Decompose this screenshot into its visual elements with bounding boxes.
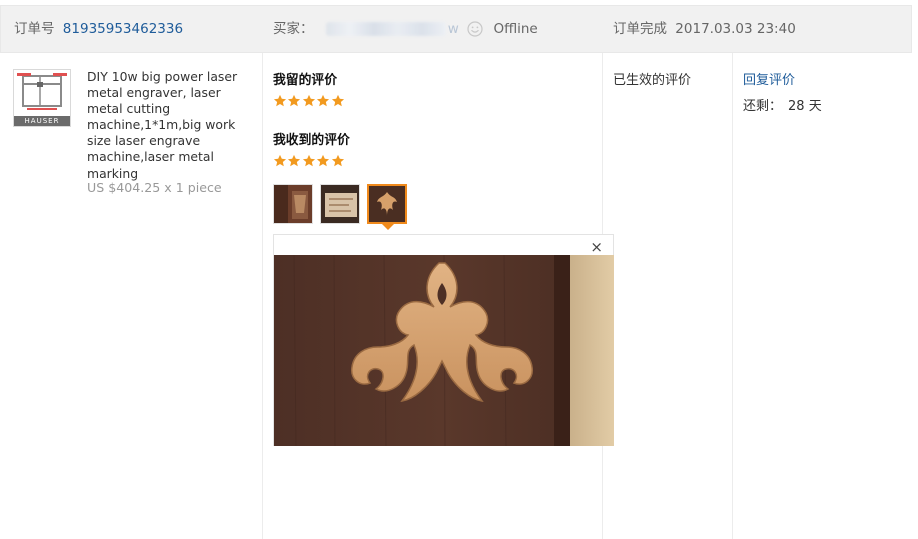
buyer-status: Offline: [493, 21, 538, 37]
buyer-name-tail[interactable]: w: [448, 21, 459, 37]
review-photo-preview: ×: [273, 234, 614, 446]
product-thumbnail[interactable]: HAUSER: [13, 69, 71, 127]
order-review-page: 订单号 81935953462336 买家： w Offline 订单完成 20…: [0, 0, 918, 539]
left-review-heading: 我留的评价: [273, 73, 337, 88]
star-icon: [302, 94, 315, 107]
effective-review-label: 已生效的评价: [613, 73, 692, 88]
product-price: US $404.25 x 1 piece: [87, 180, 222, 195]
buyer-name-redacted: [325, 22, 446, 36]
order-header: 订单号 81935953462336 买家： w Offline 订单完成 20…: [0, 5, 912, 53]
left-review-rating: [273, 93, 345, 107]
remaining-value: 28 天: [788, 99, 822, 114]
star-icon: [273, 94, 287, 107]
reply-review-link[interactable]: 回复评价: [743, 69, 795, 88]
review-photo-thumb[interactable]: [320, 184, 360, 224]
column-divider: [262, 53, 263, 539]
order-number-link[interactable]: 81935953462336: [63, 21, 183, 37]
star-icon: [331, 154, 344, 167]
star-icon: [317, 154, 330, 167]
review-photo-thumb-selected[interactable]: [367, 184, 407, 224]
remaining-time: 还剩： 28 天: [743, 95, 822, 114]
left-review-block: 我留的评价: [273, 69, 345, 107]
order-completed-time: 2017.03.03 23:40: [675, 21, 796, 37]
star-icon: [302, 154, 315, 167]
buyer-section: 买家： w Offline: [273, 6, 538, 52]
order-status-section: 订单完成 2017.03.03 23:40: [613, 6, 796, 52]
received-review-heading: 我收到的评价: [273, 133, 350, 148]
received-review-rating: [273, 153, 350, 167]
product-image: [14, 70, 70, 116]
star-icon: [273, 154, 287, 167]
product-title[interactable]: DIY 10w big power laser metal engraver, …: [87, 69, 257, 182]
remaining-label: 还剩：: [743, 99, 783, 114]
star-icon: [317, 94, 330, 107]
star-icon: [288, 154, 301, 167]
star-icon: [331, 94, 344, 107]
review-photo-thumb[interactable]: [273, 184, 313, 224]
buyer-label: 买家：: [273, 21, 314, 37]
order-status-label: 订单完成: [613, 21, 667, 37]
product-brand: HAUSER: [14, 116, 70, 126]
received-review-block: 我收到的评价: [273, 129, 350, 167]
selected-photo-indicator: [382, 224, 394, 230]
smile-icon[interactable]: [467, 21, 483, 37]
close-icon[interactable]: ×: [590, 238, 603, 256]
order-label: 订单号: [14, 21, 55, 37]
column-divider: [732, 53, 733, 539]
star-icon: [288, 94, 301, 107]
preview-photo[interactable]: [274, 255, 614, 446]
order-id-section: 订单号 81935953462336: [14, 6, 183, 52]
